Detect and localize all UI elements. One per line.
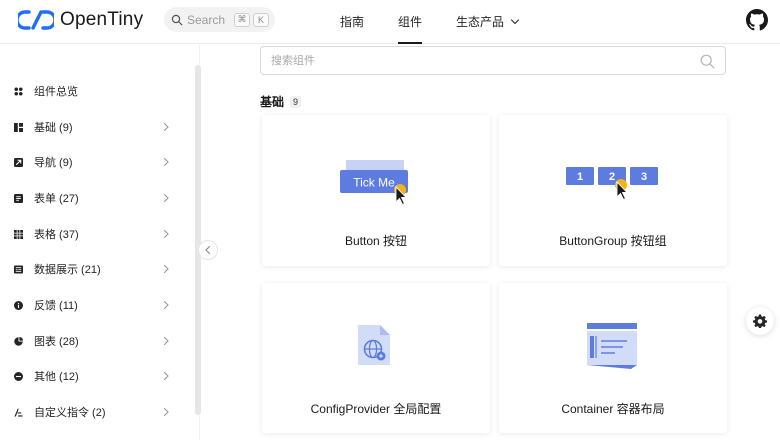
sidebar-item-label: 其他 (12): [34, 371, 79, 383]
logo-text: OpenTiny: [60, 9, 144, 30]
nav-ecosystem-label: 生态产品: [456, 15, 505, 29]
buttongroup-item-1: 1: [577, 171, 583, 183]
button-preview-illustration: Tick Me: [340, 160, 408, 206]
pie-chart-icon: [14, 336, 23, 346]
chevron-right-icon: [163, 157, 169, 167]
section-title-text: 基础: [260, 95, 285, 109]
config-file-illustration: [358, 325, 390, 365]
sidebar-item-label: 表单 (27): [34, 193, 79, 205]
global-search-button[interactable]: Search ⌘ K: [164, 7, 275, 32]
sidebar: 组件总览 基础 (9) 导航 (9) 表单 (27) 表格 (37) 数据展示: [0, 45, 201, 440]
sidebar-item-label: 导航 (9): [34, 157, 73, 169]
sidebar-item-label: 自定义指令 (2): [34, 407, 106, 419]
shortcut-keys: ⌘ K: [231, 12, 270, 27]
search-icon: [171, 14, 183, 25]
settings-button[interactable]: [746, 307, 774, 335]
container-layout-illustration: [587, 323, 637, 369]
component-search: [260, 46, 726, 75]
sidebar-item-label: 数据展示 (21): [34, 264, 101, 276]
card-buttongroup[interactable]: 1 2 3 ButtonGroup 按钮组: [499, 115, 727, 266]
github-icon: [746, 9, 768, 31]
sidebar-item-others[interactable]: 其他 (12): [14, 366, 174, 386]
chevron-right-icon: [163, 336, 169, 346]
section-count-badge: 9: [290, 95, 302, 108]
chevron-right-icon: [163, 264, 169, 274]
opentiny-logo-icon: [18, 10, 54, 30]
directive-icon: [14, 408, 23, 417]
chevron-left-icon: [205, 245, 211, 255]
sidebar-item-data-display[interactable]: 数据展示 (21): [14, 259, 174, 279]
sidebar-item-label: 表格 (37): [34, 229, 79, 241]
chevron-right-icon: [163, 371, 169, 381]
sidebar-item-charts[interactable]: 图表 (28): [14, 331, 174, 351]
nav-guide[interactable]: 指南: [340, 0, 364, 44]
card-label: Button 按钮: [344, 234, 408, 248]
top-header: OpenTiny Search ⌘ K 指南 组件 生态产品: [0, 0, 780, 44]
card-label: Container 容器布局: [561, 402, 665, 416]
chevron-right-icon: [163, 407, 169, 417]
github-link[interactable]: [746, 9, 768, 36]
section-title: 基础 9: [260, 93, 302, 110]
search-icon: [700, 54, 715, 69]
button-preview-text: Tick Me: [353, 176, 395, 190]
sidebar-item-navigation[interactable]: 导航 (9): [14, 152, 174, 172]
gear-icon: [753, 314, 767, 328]
sidebar-item-basic[interactable]: 基础 (9): [14, 117, 174, 137]
buttongroup-item-3: 3: [641, 171, 647, 183]
chevron-right-icon: [163, 229, 169, 239]
kbd-cmd: ⌘: [234, 12, 251, 27]
navigation-icon: [14, 157, 23, 167]
more-icon: [14, 371, 23, 381]
grid-icon: [14, 86, 23, 96]
buttongroup-item-2: 2: [609, 171, 615, 183]
component-search-input[interactable]: [261, 47, 681, 74]
sidebar-item-label: 基础 (9): [34, 122, 73, 134]
sidebar-item-feedback[interactable]: 反馈 (11): [14, 295, 174, 315]
card-container[interactable]: Container 容器布局: [499, 283, 727, 433]
kbd-k: K: [253, 12, 270, 27]
sidebar-item-label: 反馈 (11): [34, 300, 78, 312]
sidebar-item-form[interactable]: 表单 (27): [14, 188, 174, 208]
chevron-down-icon: [510, 19, 520, 25]
form-icon: [14, 193, 23, 203]
sidebar-item-table[interactable]: 表格 (37): [14, 224, 174, 244]
chevron-right-icon: [163, 193, 169, 203]
data-display-icon: [14, 264, 23, 274]
sidebar-scrollbar[interactable]: [195, 65, 201, 415]
chevron-right-icon: [163, 122, 169, 132]
nav-ecosystem[interactable]: 生态产品: [456, 0, 520, 44]
card-configprovider[interactable]: ConfigProvider 全局配置: [262, 283, 490, 433]
info-icon: [14, 300, 23, 310]
chevron-right-icon: [163, 300, 169, 310]
global-search-placeholder: Search: [187, 12, 226, 27]
sidebar-collapse-button[interactable]: [198, 240, 218, 260]
top-nav: 指南 组件 生态产品: [340, 0, 554, 44]
nav-components[interactable]: 组件: [398, 0, 423, 44]
card-label: ButtonGroup 按钮组: [559, 234, 667, 248]
card-button[interactable]: Tick Me Button 按钮: [262, 115, 490, 266]
sidebar-item-overview[interactable]: 组件总览: [14, 81, 174, 101]
card-label: ConfigProvider 全局配置: [310, 402, 442, 416]
layout-icon: [14, 122, 23, 132]
buttongroup-preview-illustration: 1 2 3: [566, 167, 658, 201]
sidebar-item-directives[interactable]: 自定义指令 (2): [14, 402, 174, 422]
opentiny-logo[interactable]: OpenTiny: [18, 9, 143, 31]
table-icon: [14, 229, 23, 239]
sidebar-item-label: 组件总览: [34, 86, 78, 98]
sidebar-item-label: 图表 (28): [34, 336, 79, 348]
